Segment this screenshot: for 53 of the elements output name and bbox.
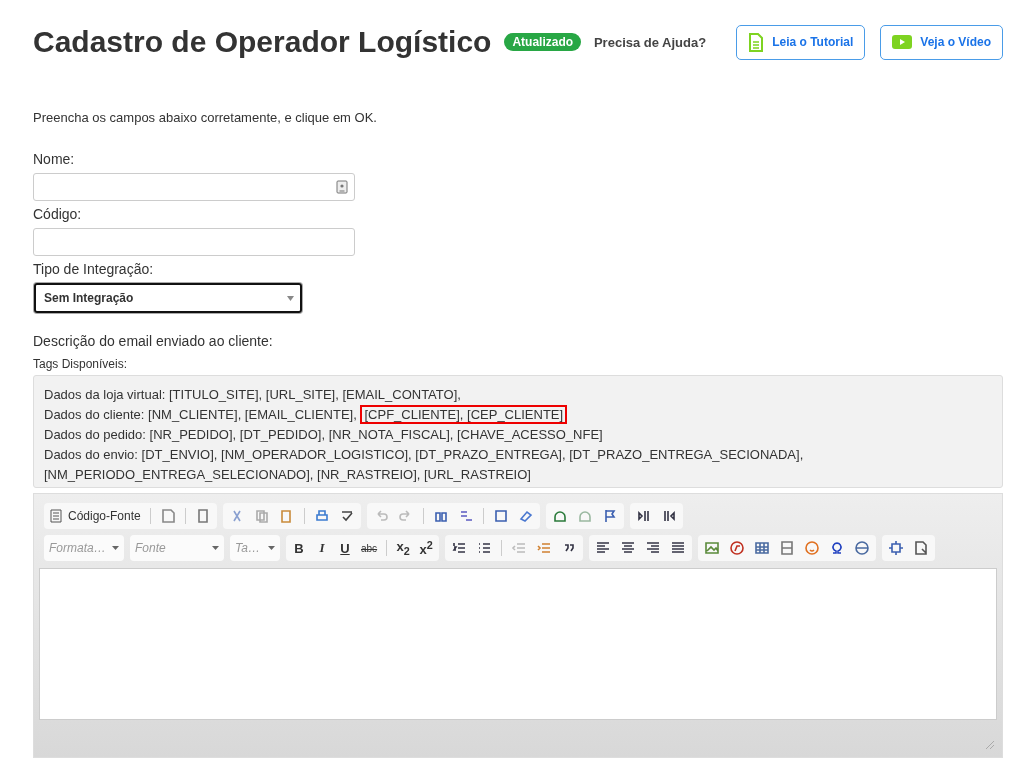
text-field[interactable] (33, 228, 355, 256)
instruction-text: Preencha os campos abaixo corretamente, e clique em OK. (33, 110, 378, 125)
printer-icon[interactable] (313, 508, 330, 524)
smiley-icon[interactable] (804, 540, 821, 556)
format-button[interactable]: x$^{2}$ (419, 538, 434, 558)
document-icon (748, 32, 765, 52)
resize-handle-icon[interactable] (985, 740, 995, 750)
email-description-label: Descrição do email enviado ao cliente: (33, 333, 274, 349)
caret-icon (112, 546, 119, 550)
tag-list-text: Dados do envio: [DT_ENVIO], [NM_OPERADOR_LOGISTICO], [DT_PRAZO_ENTREGA], [DT_PRAZO_ENTREGA_SECIONADA], [NM_PERIODO_ENTREGA_SELECIONADO], [NR_RASTREIO], [URL_RASTREIO] (44, 447, 804, 482)
format-button[interactable]: U (338, 540, 352, 556)
horizontal-line-icon[interactable] (779, 540, 796, 556)
tags-label: Tags Disponíveis: (33, 357, 129, 371)
play-icon (892, 35, 913, 49)
field-label: Tipo de Integração: (33, 261, 155, 277)
select-all-icon[interactable] (492, 508, 509, 524)
format-button[interactable]: abc (361, 542, 378, 554)
maximize-icon[interactable] (888, 540, 905, 556)
eraser-icon[interactable] (517, 508, 534, 524)
image-icon[interactable] (704, 540, 721, 556)
caret-icon (268, 546, 275, 550)
tag-list-text: Dados da loja virtual: [TITULO_SITE], [URL_SITE], [EMAIL_CONTATO], (44, 387, 461, 402)
indent-icon[interactable] (536, 540, 553, 556)
format-button[interactable]: I (315, 540, 329, 556)
copy-icon[interactable] (253, 508, 270, 524)
document-icon (50, 509, 62, 523)
status-badge: Atualizado (504, 33, 582, 51)
contact-card-icon (336, 180, 348, 194)
page-title: Cadastro de Operador Logístico (33, 25, 492, 59)
numbered-list-icon[interactable] (451, 540, 468, 556)
caret-icon (212, 546, 219, 550)
integration-select[interactable]: Sem Integração (34, 283, 302, 313)
tag-list-text: Dados do cliente: [NM_CLIENTE], [EMAIL_CLIENTE], (44, 407, 357, 422)
bullet-list-icon[interactable] (476, 540, 493, 556)
text-direction-icon[interactable] (635, 508, 652, 524)
justify-icon[interactable] (670, 540, 687, 556)
text-field[interactable] (33, 173, 355, 201)
help-label: Precisa de Ajuda? (593, 34, 707, 50)
format-button[interactable]: B (292, 540, 306, 556)
tutorial-button[interactable]: Leia o Tutorial (736, 24, 866, 60)
field-label: Código: (33, 206, 83, 222)
highlighted-tags: [CPF_CLIENTE], [CEP_CLIENTE] (360, 405, 568, 424)
tag-list-text: Dados do pedido: [NR_PEDIDO], [DT_PEDIDO], [NR_NOTA_FISCAL], [CHAVE_ACESSO_NFE] (44, 427, 603, 442)
align-center-icon[interactable] (620, 540, 637, 556)
video-button[interactable]: Veja o Vídeo (880, 24, 1003, 60)
align-left-icon[interactable] (595, 540, 612, 556)
table-icon[interactable] (754, 540, 771, 556)
show-blocks-icon[interactable] (913, 540, 930, 556)
field-label: Nome: (33, 151, 76, 167)
format-button[interactable]: x$_{2}$ (396, 539, 411, 557)
source-button[interactable]: Código-Fonte (50, 509, 141, 523)
align-right-icon[interactable] (645, 540, 662, 556)
caret-icon (287, 295, 294, 301)
